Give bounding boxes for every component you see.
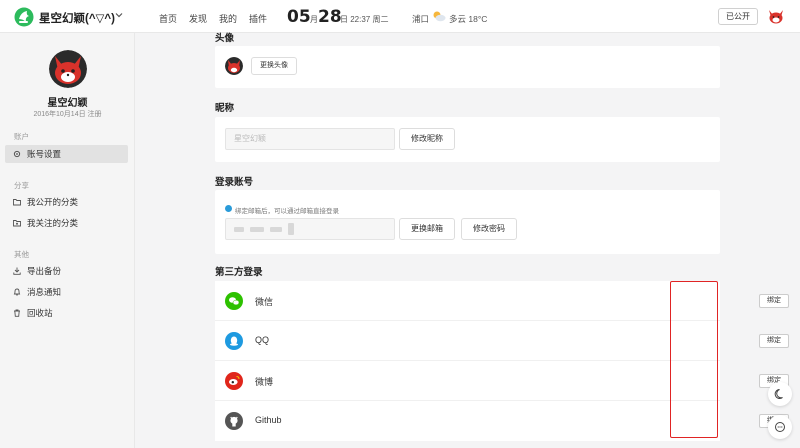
sidebar-item-label: 账号设置 (27, 149, 62, 159)
email-input[interactable] (225, 218, 395, 240)
sidebar-item-account-settings[interactable]: 账号设置 (5, 145, 128, 163)
group-label-other: 其他 (14, 250, 29, 259)
registration-date: 2016年10月14日 注册 (33, 111, 102, 118)
user-avatar[interactable] (767, 7, 785, 25)
github-icon (225, 412, 243, 430)
weather-city: 浦口 (412, 14, 430, 24)
chevron-down-icon[interactable] (114, 10, 124, 20)
third-party-row-github: Github 绑定 (215, 401, 789, 441)
profile-avatar[interactable] (49, 50, 87, 88)
change-nickname-button[interactable]: 修改昵称 (399, 128, 455, 150)
nav-plugins[interactable]: 插件 (249, 12, 267, 25)
sidebar-item-notifications[interactable]: 消息通知 (5, 283, 128, 301)
sidebar-item-export-backup[interactable]: 导出备份 (5, 262, 128, 280)
nav-mine[interactable]: 我的 (219, 12, 237, 25)
provider-name: 微博 (255, 377, 274, 387)
sidebar-item-label: 回收站 (27, 308, 53, 318)
sidebar-item-label: 导出备份 (27, 266, 62, 276)
nav-home[interactable]: 首页 (159, 12, 177, 25)
highlight-box (670, 281, 718, 438)
dark-mode-button[interactable] (768, 382, 792, 406)
section-title-third-party: 第三方登录 (215, 267, 263, 278)
sidebar-item-label: 我公开的分类 (27, 197, 79, 207)
sidebar-item-trash[interactable]: 回收站 (5, 304, 128, 322)
provider-name: Github (255, 415, 282, 425)
sidebar-item-label: 消息通知 (27, 287, 62, 297)
weibo-icon (225, 372, 243, 390)
masked-email (250, 227, 264, 232)
change-password-button[interactable]: 修改密码 (461, 218, 517, 240)
folder-icon (13, 199, 21, 206)
provider-name: QQ (255, 335, 270, 345)
masked-email (234, 227, 244, 232)
top-bar: 星空幻颖(^▽^) 首页 发现 我的 插件 05 月 28 日 22:37 周二… (0, 0, 800, 33)
masked-email (270, 227, 282, 232)
wechat-icon (225, 292, 243, 310)
group-label-account: 账户 (14, 132, 29, 141)
sidebar: 星空幻颖 2016年10月14日 注册 账户 账号设置 分享 我公开的分类 我关… (0, 33, 135, 448)
partly-cloudy-icon (433, 11, 446, 22)
date-time-weekday: 日 22:37 周二 (340, 15, 389, 24)
login-card: 绑定邮箱后，可以通过邮箱直接登录 更换邮箱 修改密码 (215, 190, 720, 254)
third-party-row-wechat: 微信 绑定 (215, 281, 789, 321)
moon-icon (774, 389, 783, 399)
section-title-avatar: 头像 (215, 33, 235, 44)
qq-icon (225, 332, 243, 350)
current-avatar (225, 57, 243, 75)
sidebar-item-followed-categories[interactable]: 我关注的分类 (5, 214, 128, 232)
change-email-button[interactable]: 更换邮箱 (399, 218, 455, 240)
trash-icon (14, 309, 20, 317)
info-icon (225, 205, 232, 212)
provider-name: 微信 (255, 297, 274, 307)
section-title-nickname: 昵称 (215, 103, 235, 114)
brand-name[interactable]: 星空幻颖(^▽^) (39, 10, 115, 26)
email-hint: 绑定邮箱后，可以通过邮箱直接登录 (235, 208, 339, 215)
third-party-row-weibo: 微博 绑定 (215, 361, 789, 401)
bell-icon (13, 288, 21, 296)
folder-star-icon (13, 220, 21, 227)
public-status-button[interactable]: 已公开 (718, 8, 758, 25)
bind-qq-button[interactable]: 绑定 (759, 334, 789, 348)
date-month: 05 (287, 7, 311, 27)
gear-icon (13, 150, 21, 158)
sidebar-item-label: 我关注的分类 (27, 218, 79, 228)
group-label-share: 分享 (14, 181, 29, 190)
app-logo-icon[interactable] (14, 7, 34, 27)
date-day: 28 (318, 7, 342, 27)
nickname-card: 星空幻颖 修改昵称 (215, 117, 720, 162)
date-month-unit: 月 (310, 15, 318, 24)
bind-wechat-button[interactable]: 绑定 (759, 294, 789, 308)
section-title-login: 登录账号 (215, 177, 254, 188)
nav-discover[interactable]: 发现 (189, 12, 207, 25)
download-icon (13, 267, 21, 275)
third-party-row-qq: QQ 绑定 (215, 321, 789, 361)
nickname-input[interactable]: 星空幻颖 (225, 128, 395, 150)
weather-text: 多云 18°C (449, 14, 488, 24)
change-avatar-button[interactable]: 更换头像 (251, 57, 297, 75)
avatar-card: 更换头像 (215, 46, 720, 88)
feedback-button[interactable] (768, 415, 792, 439)
chat-icon (775, 422, 785, 432)
profile-name: 星空幻颖 (47, 98, 88, 109)
masked-email (288, 223, 294, 235)
sidebar-item-public-categories[interactable]: 我公开的分类 (5, 193, 128, 211)
